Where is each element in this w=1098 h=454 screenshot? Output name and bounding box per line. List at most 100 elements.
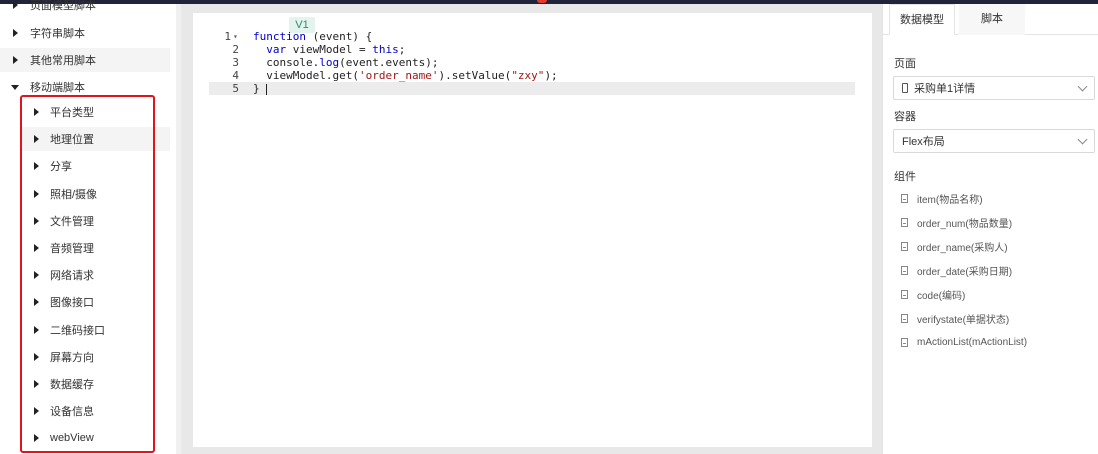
component-item[interactable]: order_num(物品数量) bbox=[901, 214, 1012, 230]
editor-area: V1 1 ▾ function (event) {2 var viewModel =… bbox=[181, 4, 882, 454]
top-indicator bbox=[537, 0, 547, 3]
line-number: 2 bbox=[232, 43, 239, 56]
tree-subitem[interactable]: webView bbox=[22, 426, 170, 450]
tree-item[interactable]: 字符串脚本 bbox=[0, 21, 170, 45]
tree-subitem[interactable]: 音频管理 bbox=[22, 236, 170, 260]
tree-subitem[interactable]: 数据缓存 bbox=[22, 372, 170, 396]
fold-icon[interactable]: ▾ bbox=[233, 30, 238, 43]
code-lines[interactable]: 1 ▾ function (event) {2 var viewModel = th… bbox=[209, 30, 855, 95]
caret-right-icon[interactable] bbox=[22, 108, 50, 116]
text-cursor bbox=[265, 83, 267, 95]
script-tree-panel: 页面模型脚本 字符串脚本其他常用脚本 移动端脚本平台类型地理位置分享照相/摄像文件管… bbox=[0, 0, 181, 454]
panel-tabs: 数据模型 脚本 bbox=[883, 4, 1098, 35]
tree-subitem-label: 数据缓存 bbox=[50, 379, 94, 391]
tree-subitem[interactable]: 平台类型 bbox=[22, 100, 170, 124]
code-line[interactable]: 5} bbox=[209, 82, 855, 95]
tree-subitem[interactable]: 图像接口 bbox=[22, 290, 170, 314]
document-icon bbox=[901, 265, 908, 275]
component-item[interactable]: verifystate(单据状态) bbox=[901, 310, 1009, 326]
code-line[interactable]: 2 var viewModel = this; bbox=[209, 43, 855, 56]
component-label: order_num(物品数量) bbox=[917, 218, 1013, 230]
tree-item[interactable]: 其他常用脚本 bbox=[0, 48, 170, 72]
component-item[interactable]: code(编码) bbox=[901, 286, 965, 302]
caret-right-icon[interactable] bbox=[22, 162, 50, 171]
line-number: 3 bbox=[232, 56, 239, 69]
tree-item[interactable]: 移动端脚本 bbox=[0, 75, 170, 99]
tree-subitem-label: 二维码接口 bbox=[50, 324, 105, 337]
code-text: viewModel.get('order_name').setValue("zx… bbox=[253, 69, 558, 82]
tree-subitem-label: 平台类型 bbox=[50, 107, 94, 119]
page-select[interactable]: 采购单1详情 bbox=[893, 76, 1095, 100]
caret-down-icon[interactable] bbox=[0, 84, 30, 90]
chevron-down-icon bbox=[1077, 81, 1088, 92]
mobile-icon bbox=[902, 83, 908, 93]
caret-right-icon[interactable] bbox=[22, 189, 50, 198]
caret-right-icon[interactable] bbox=[22, 407, 50, 416]
component-item[interactable]: order_date(采购日期) bbox=[901, 262, 1012, 278]
tree-subitem[interactable]: 屏幕方向 bbox=[22, 345, 170, 369]
document-icon bbox=[901, 193, 908, 203]
component-item[interactable]: item(物品名称) bbox=[901, 190, 983, 206]
component-item[interactable]: mActionList(mActionList) bbox=[901, 334, 1027, 350]
tree-item[interactable]: 页面模型脚本 bbox=[0, 0, 170, 17]
component-label: code(编码) bbox=[917, 290, 966, 302]
caret-right-icon[interactable] bbox=[0, 56, 30, 64]
tree-subitem-label: 图像接口 bbox=[50, 297, 94, 310]
caret-right-icon[interactable] bbox=[22, 380, 50, 388]
tree-subitem[interactable]: 照相/摄像 bbox=[22, 182, 170, 206]
container-select[interactable]: Flex布局 bbox=[893, 129, 1095, 153]
caret-right-icon[interactable] bbox=[22, 244, 50, 252]
document-icon bbox=[901, 313, 908, 323]
tree-item-label: 字符串脚本 bbox=[30, 28, 85, 40]
tree-subitem[interactable]: 地理位置 bbox=[22, 127, 170, 152]
line-number: 4 bbox=[232, 69, 239, 82]
component-label: mActionList(mActionList) bbox=[917, 336, 1028, 348]
component-label: order_name(采购人) bbox=[917, 242, 1008, 254]
caret-right-icon[interactable] bbox=[22, 135, 50, 144]
tree-subitem-label: 照相/摄像 bbox=[50, 188, 98, 201]
caret-right-icon[interactable] bbox=[22, 216, 50, 225]
caret-right-icon[interactable] bbox=[0, 1, 30, 9]
tree-subitem[interactable]: 文件管理 bbox=[22, 209, 170, 233]
caret-right-icon[interactable] bbox=[22, 298, 50, 307]
code-text: console.log(event.events); bbox=[253, 56, 439, 69]
tab-script[interactable]: 脚本 bbox=[959, 4, 1025, 35]
document-icon bbox=[901, 217, 908, 227]
code-editor[interactable]: V1 1 ▾ function (event) {2 var viewModel =… bbox=[193, 13, 872, 447]
tree-subitem[interactable]: 设备信息 bbox=[22, 399, 170, 423]
tree-subitem[interactable]: 网络请求 bbox=[22, 263, 170, 287]
tree-subitem-label: 文件管理 bbox=[50, 215, 94, 228]
tab-data-model[interactable]: 数据模型 bbox=[889, 4, 955, 35]
component-item[interactable]: order_name(采购人) bbox=[901, 238, 1008, 254]
caret-right-icon[interactable] bbox=[22, 325, 50, 334]
code-line[interactable]: 3 console.log(event.events); bbox=[209, 56, 855, 69]
document-icon bbox=[901, 337, 908, 347]
tree-subitem-label: 屏幕方向 bbox=[50, 351, 94, 364]
code-text: var viewModel = this; bbox=[253, 43, 406, 56]
component-label: order_date(采购日期) bbox=[917, 266, 1013, 278]
component-label: verifystate(单据状态) bbox=[917, 314, 1010, 326]
components-label: 组件 bbox=[894, 171, 916, 183]
tree-subitem-label: 地理位置 bbox=[50, 134, 94, 147]
tree-subitem-label: 分享 bbox=[50, 161, 72, 174]
code-text: } bbox=[241, 82, 267, 95]
caret-right-icon[interactable] bbox=[0, 29, 30, 37]
tree-subitem[interactable]: 二维码接口 bbox=[22, 318, 170, 342]
caret-right-icon[interactable] bbox=[22, 271, 50, 280]
tree-subitem-label: 网络请求 bbox=[50, 270, 94, 283]
tree-subitem-label: 设备信息 bbox=[50, 406, 94, 419]
tree-subitem-label: webView bbox=[50, 432, 94, 445]
caret-right-icon[interactable] bbox=[22, 352, 50, 361]
code-text: function (event) { bbox=[253, 30, 373, 43]
page-label: 页面 bbox=[894, 58, 916, 70]
tree-item-label: 移动端脚本 bbox=[30, 82, 85, 94]
line-number: 1 ▾ bbox=[224, 30, 238, 43]
chevron-down-icon bbox=[1077, 134, 1088, 145]
caret-right-icon[interactable] bbox=[22, 434, 50, 443]
tree-item-label: 其他常用脚本 bbox=[30, 55, 96, 67]
code-line[interactable]: 4 viewModel.get('order_name').setValue("… bbox=[209, 69, 855, 82]
tree-subitem[interactable]: 分享 bbox=[22, 154, 170, 178]
tree-item-label: 页面模型脚本 bbox=[30, 0, 96, 12]
page-select-value: 采购单1详情 bbox=[914, 83, 976, 95]
code-line[interactable]: 1 ▾ function (event) { bbox=[209, 30, 855, 43]
